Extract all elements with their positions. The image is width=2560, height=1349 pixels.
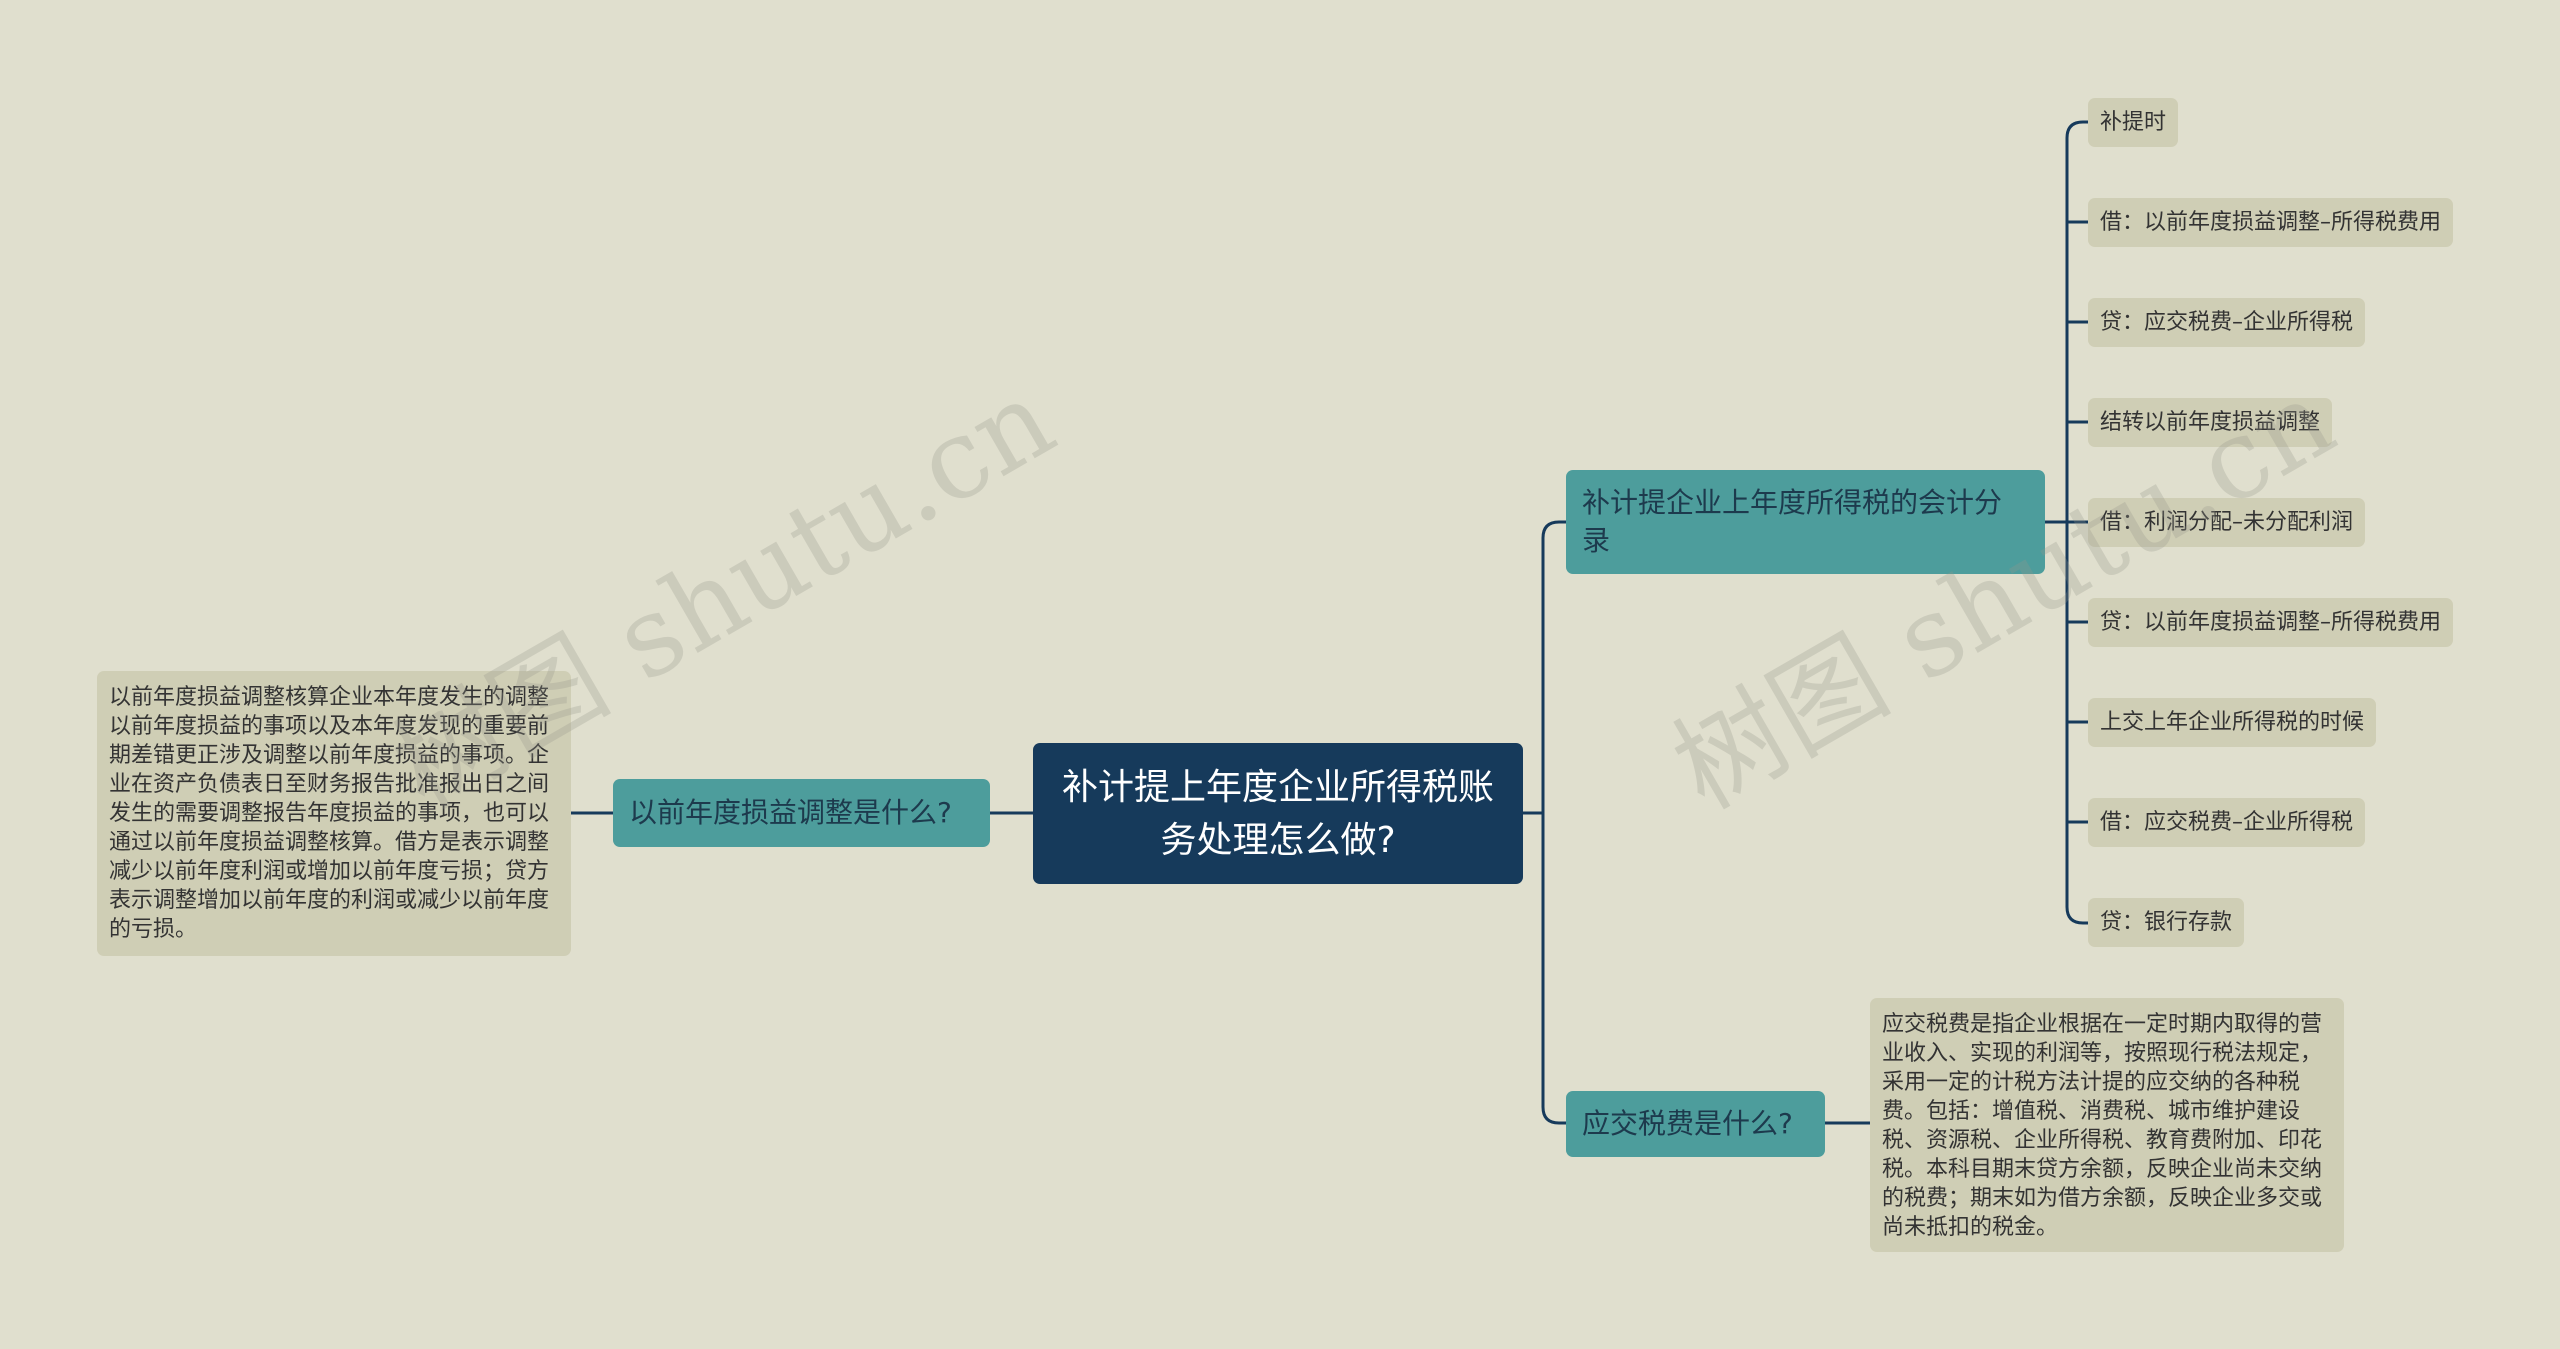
branch-taxes-payable[interactable]: 应交税费是什么?: [1566, 1091, 1825, 1157]
connector-right-trunk: [1541, 520, 1566, 1125]
leaf-item-7[interactable]: 上交上年企业所得税的时候: [2088, 698, 2377, 747]
leaf-label: 贷：银行存款: [2100, 909, 2233, 935]
branch-label: 补计提企业上年度所得税的会计分录: [1582, 486, 2003, 557]
leaf-label: 借：利润分配–未分配利润: [2100, 509, 2354, 535]
leaf-item-8[interactable]: 借：应交税费–企业所得税: [2088, 798, 2366, 847]
leaf-label: 贷：应交税费–企业所得税: [2100, 309, 2354, 335]
leaf-label: 结转以前年度损益调整: [2100, 409, 2321, 435]
leaf-item-4[interactable]: 结转以前年度损益调整: [2088, 398, 2333, 447]
detail-prior-year-adjustment[interactable]: 以前年度损益调整核算企业本年度发生的调整以前年度损益的事项以及本年度发现的重要前…: [97, 671, 571, 956]
leaf-label: 借：以前年度损益调整–所得税费用: [2100, 209, 2442, 235]
branch-label: 以前年度损益调整是什么?: [629, 796, 952, 829]
root-topic[interactable]: 补计提上年度企业所得税账务处理怎么做?: [1033, 743, 1523, 884]
branch-prior-year-adjustment[interactable]: 以前年度损益调整是什么?: [613, 779, 990, 847]
leaf-item-6[interactable]: 贷：以前年度损益调整–所得税费用: [2088, 598, 2454, 647]
branch-label: 应交税费是什么?: [1582, 1107, 1793, 1140]
leaf-item-2[interactable]: 借：以前年度损益调整–所得税费用: [2088, 198, 2454, 247]
leaf-item-9[interactable]: 贷：银行存款: [2088, 898, 2245, 947]
leaf-label: 借：应交税费–企业所得税: [2100, 809, 2354, 835]
leaf-item-5[interactable]: 借：利润分配–未分配利润: [2088, 498, 2366, 547]
leaf-item-3[interactable]: 贷：应交税费–企业所得税: [2088, 298, 2366, 347]
detail-taxes-payable[interactable]: 应交税费是指企业根据在一定时期内取得的营业收入、实现的利润等，按照现行税法规定，…: [1870, 998, 2344, 1252]
mind-map-canvas: 补计提上年度企业所得税账务处理怎么做? 以前年度损益调整是什么? 以前年度损益调…: [0, 0, 2560, 1349]
leaf-item-1[interactable]: 补提时: [2088, 98, 2179, 147]
leaf-label: 补提时: [2100, 109, 2167, 135]
branch-journal-entries[interactable]: 补计提企业上年度所得税的会计分录: [1566, 470, 2045, 574]
leaf-label: 上交上年企业所得税的时候: [2100, 709, 2365, 735]
detail-text: 以前年度损益调整核算企业本年度发生的调整以前年度损益的事项以及本年度发现的重要前…: [109, 685, 550, 942]
leaf-label: 贷：以前年度损益调整–所得税费用: [2100, 609, 2442, 635]
detail-text: 应交税费是指企业根据在一定时期内取得的营业收入、实现的利润等，按照现行税法规定，…: [1882, 1012, 2323, 1240]
root-title: 补计提上年度企业所得税账务处理怎么做?: [1061, 766, 1494, 861]
